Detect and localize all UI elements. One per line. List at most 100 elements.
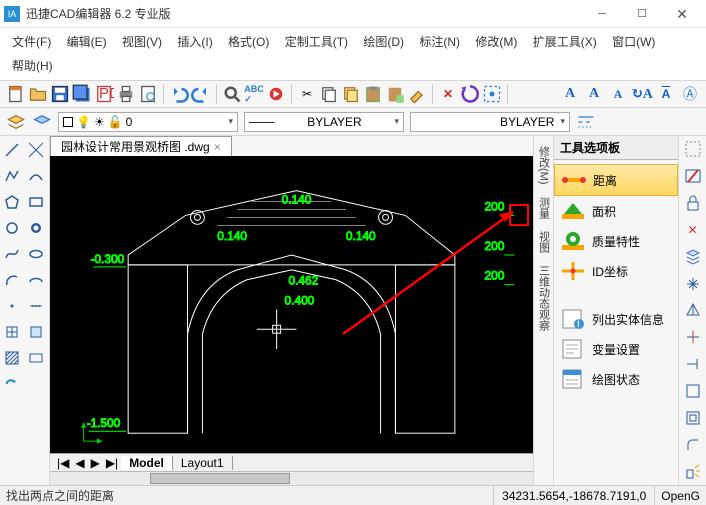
palette-item-massprops[interactable]: 质量特性 [554,226,678,256]
paste-block-icon[interactable] [385,84,405,104]
match-props-icon[interactable] [407,84,427,104]
redo-icon[interactable] [191,84,211,104]
explode-icon[interactable] [683,462,703,481]
donut-icon[interactable] [26,218,46,238]
erase-icon[interactable]: ✕ [438,84,458,104]
find-icon[interactable] [222,84,242,104]
cut-icon[interactable]: ✂ [297,84,317,104]
layer-on-icon[interactable]: ✕ [683,221,703,240]
palette-item-area[interactable]: 面积 [554,196,678,226]
menu-format[interactable]: 格式(O) [222,30,275,54]
menu-edit[interactable]: 编辑(E) [61,30,113,54]
region-icon[interactable] [26,348,46,368]
text-scale-icon[interactable]: A [608,84,628,104]
divide-icon[interactable] [26,296,46,316]
layout-nav-last[interactable]: ▶| [103,456,121,470]
text-justify-icon[interactable]: A [656,84,676,104]
text-rotate-icon[interactable]: ↻A [632,84,652,104]
new-file-icon[interactable] [6,84,26,104]
polyline-icon[interactable] [2,166,22,186]
close-button[interactable]: ✕ [662,1,702,27]
rectangle-icon[interactable] [26,192,46,212]
layer-off-icon[interactable] [683,167,703,186]
run-script-icon[interactable] [266,84,286,104]
layout-nav-prev[interactable]: ◀ [72,456,87,470]
block-icon[interactable] [2,322,22,342]
text-style-icon[interactable]: A [560,84,580,104]
undo-icon[interactable] [169,84,189,104]
layout-nav-next[interactable]: ▶ [88,456,103,470]
linetype-combo-2[interactable]: BYLAYER ▾ [410,112,570,132]
drawing-canvas[interactable]: 0.140 0.140 0.140 -0.300 -1.500 0.462 0.… [50,156,533,453]
paste-icon[interactable] [363,84,383,104]
copy-icon[interactable] [319,84,339,104]
file-tab[interactable]: 园林设计常用景观桥图 .dwg × [50,136,232,156]
menu-draw[interactable]: 绘图(D) [357,30,410,54]
menu-dimension[interactable]: 标注(N) [413,30,466,54]
menu-view[interactable]: 视图(V) [116,30,168,54]
ellipse-arc-icon[interactable] [26,270,46,290]
polyface-icon[interactable] [683,301,703,320]
insert-block-icon[interactable] [26,322,46,342]
menu-custom-tools[interactable]: 定制工具(T) [279,30,354,54]
horizontal-scrollbar[interactable] [50,471,533,485]
pan-icon[interactable] [683,274,703,293]
text-explode-icon[interactable]: Ⓐ [680,84,700,104]
layer-combo[interactable]: 💡 ☀ 🔓 0 ▾ [58,112,238,132]
oops-icon[interactable] [460,84,480,104]
layer-freeze-icon[interactable] [683,140,703,159]
side-tab-view[interactable]: 视图 [535,225,553,259]
print-icon[interactable] [116,84,136,104]
menu-insert[interactable]: 插入(I) [171,30,218,54]
layout-tab-model[interactable]: Model [121,456,173,470]
spellcheck-icon[interactable]: ABC✓ [244,84,264,104]
maximize-button[interactable]: ☐ [622,1,662,27]
layer-manager-icon[interactable] [6,112,26,132]
palette-item-distance[interactable]: 距离 [554,164,678,196]
side-tab-measure[interactable]: 测量 [535,191,553,225]
polygon-icon[interactable] [2,192,22,212]
text-height-icon[interactable]: A [584,84,604,104]
linetype-combo-1[interactable]: ─── BYLAYER ▾ [244,112,404,132]
revert-icon[interactable] [2,374,22,394]
copy-base-icon[interactable] [341,84,361,104]
menu-help[interactable]: 帮助(H) [6,54,59,78]
ellipse-icon[interactable] [26,244,46,264]
save-icon[interactable] [50,84,70,104]
line-icon[interactable] [2,140,22,160]
minimize-button[interactable]: ─ [582,1,622,27]
palette-item-status[interactable]: 绘图状态 [554,364,678,394]
layer-prev-icon[interactable] [32,112,52,132]
xline-icon[interactable] [26,140,46,160]
circle-icon[interactable] [2,218,22,238]
layer-isolate-icon[interactable] [683,247,703,266]
arc3pt-icon[interactable] [26,166,46,186]
palette-item-id[interactable]: ID坐标 [554,256,678,286]
side-tab-modify[interactable]: 修改(M) [535,140,553,191]
linetype-manager-icon[interactable] [576,112,596,132]
spline-icon[interactable] [2,244,22,264]
print-preview-icon[interactable] [138,84,158,104]
arc-icon[interactable] [2,270,22,290]
hatch-icon[interactable] [2,348,22,368]
palette-item-list[interactable]: i 列出实体信息 [554,304,678,334]
save-all-icon[interactable] [72,84,92,104]
break-icon[interactable] [683,382,703,401]
join-icon[interactable] [683,408,703,427]
status-mode[interactable]: OpenG [655,489,706,503]
menu-modify[interactable]: 修改(M) [469,30,523,54]
palette-item-setvar[interactable]: 变量设置 [554,334,678,364]
fillet-icon[interactable] [683,435,703,454]
trim-icon[interactable] [683,328,703,347]
layout-tab-layout1[interactable]: Layout1 [173,456,233,470]
layer-lock-icon[interactable] [683,194,703,213]
layout-nav-first[interactable]: |◀ [54,456,72,470]
open-file-icon[interactable] [28,84,48,104]
side-tab-3dorbit[interactable]: 三维动态观察 [535,259,553,337]
point-icon[interactable] [2,296,22,316]
menu-file[interactable]: 文件(F) [6,30,57,54]
extend-icon[interactable] [683,355,703,374]
close-tab-icon[interactable]: × [214,140,221,154]
menu-window[interactable]: 窗口(W) [606,30,661,54]
select-icon[interactable] [482,84,502,104]
